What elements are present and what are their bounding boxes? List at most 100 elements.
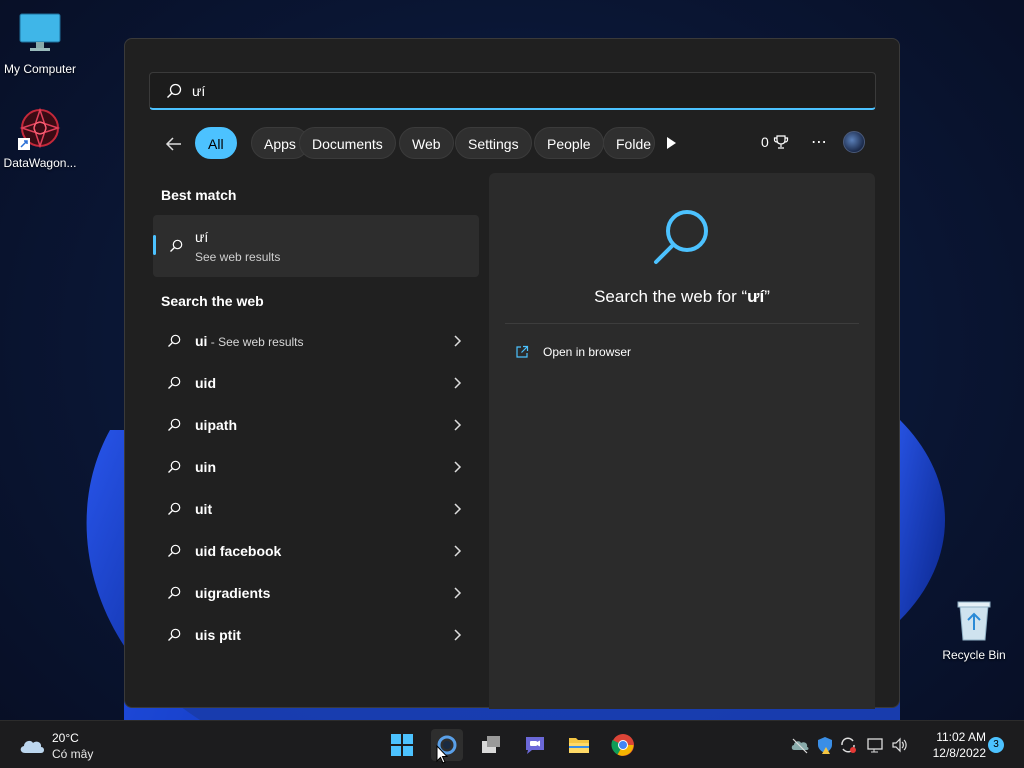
- search-input[interactable]: [192, 79, 852, 103]
- clock[interactable]: 11:02 AM 12/8/2022: [916, 729, 986, 761]
- search-icon: [167, 83, 182, 98]
- clock-time: 11:02 AM: [936, 730, 986, 744]
- search-icon: [168, 334, 181, 347]
- chrome-button[interactable]: [607, 729, 639, 761]
- desktop-icon-label: My Computer: [3, 62, 77, 76]
- web-suggestion-row[interactable]: uid: [153, 363, 479, 403]
- selection-indicator: [153, 235, 156, 255]
- mouse-cursor-icon: [436, 745, 448, 764]
- filter-settings[interactable]: Settings: [455, 127, 532, 159]
- search-panel: All Apps Documents Web Settings People F…: [124, 38, 900, 709]
- scroll-right-icon[interactable]: [661, 133, 681, 153]
- sync-icon[interactable]: [838, 735, 858, 755]
- web-suggestion-query: uin: [195, 459, 216, 475]
- back-arrow-icon[interactable]: [161, 131, 187, 157]
- preview-headline: Search the web for “ưí”: [489, 287, 875, 307]
- search-icon: [168, 376, 181, 389]
- web-suggestion-row[interactable]: uis ptit: [153, 615, 479, 655]
- best-match-title: ưí: [195, 229, 209, 245]
- computer-icon: [16, 10, 64, 58]
- best-match-subtitle: See web results: [195, 250, 281, 264]
- web-suggestion-row[interactable]: uigradients: [153, 573, 479, 613]
- web-suggestion-suffix: - See web results: [207, 335, 304, 349]
- chat-button[interactable]: [519, 729, 551, 761]
- web-suggestion-query: ui: [195, 333, 208, 349]
- chevron-right-icon: [454, 503, 462, 515]
- start-button[interactable]: [386, 729, 418, 761]
- recycle-bin-icon: [950, 596, 998, 644]
- chevron-right-icon: [454, 545, 462, 557]
- divider: [505, 323, 859, 324]
- search-icon: [168, 544, 181, 557]
- onedrive-icon[interactable]: [790, 735, 810, 755]
- best-match-item[interactable]: ưí See web results: [153, 215, 479, 277]
- trophy-icon[interactable]: [773, 134, 789, 150]
- chevron-right-icon: [454, 377, 462, 389]
- filter-folders[interactable]: Folde: [603, 127, 655, 159]
- large-search-icon: [654, 210, 708, 264]
- avatar[interactable]: [843, 131, 865, 153]
- preview-headline-prefix: Search the web for “: [594, 287, 748, 306]
- preview-headline-suffix: ”: [764, 287, 770, 306]
- desktop-icon-label: DataWagon...: [3, 156, 77, 170]
- desktop-icon-label: Recycle Bin: [942, 648, 1006, 662]
- search-icon: [168, 460, 181, 473]
- open-in-browser-label: Open in browser: [543, 345, 632, 359]
- clock-date: 12/8/2022: [932, 746, 986, 760]
- taskbar: 20°C Có mây 11:02 AM 12/8/2022 3: [0, 720, 1024, 768]
- web-suggestion-query: uipath: [195, 417, 237, 433]
- display-icon[interactable]: [866, 735, 886, 755]
- chrome-icon: [611, 734, 634, 756]
- filter-web[interactable]: Web: [399, 127, 454, 159]
- search-icon: [168, 418, 181, 431]
- file-explorer-button[interactable]: [563, 729, 595, 761]
- rewards-points: 0: [761, 134, 769, 150]
- web-suggestion-query: uigradients: [195, 585, 271, 601]
- desktop-icon-my-computer[interactable]: My Computer: [0, 10, 80, 76]
- web-suggestion-row[interactable]: uit: [153, 489, 479, 529]
- volume-icon[interactable]: [890, 735, 910, 755]
- search-icon: [168, 586, 181, 599]
- chevron-right-icon: [454, 461, 462, 473]
- desktop-icon-recycle-bin[interactable]: Recycle Bin: [934, 596, 1014, 662]
- security-shield-icon[interactable]: [815, 735, 835, 755]
- web-suggestion-row[interactable]: ui - See web results: [153, 321, 479, 361]
- search-box[interactable]: [149, 72, 876, 110]
- search-icon: [168, 628, 181, 641]
- web-suggestion-row[interactable]: uin: [153, 447, 479, 487]
- filter-people[interactable]: People: [534, 127, 604, 159]
- file-explorer-icon: [569, 738, 589, 753]
- more-options-icon[interactable]: ⋯: [807, 131, 831, 155]
- best-match-heading: Best match: [161, 187, 237, 203]
- teams-chat-icon: [526, 737, 544, 754]
- task-view-icon: [482, 736, 500, 753]
- task-view-button[interactable]: [475, 729, 507, 761]
- chevron-right-icon: [454, 629, 462, 641]
- filter-bar: All Apps Documents Web Settings People F…: [161, 127, 865, 161]
- desktop-icon-datawagon[interactable]: DataWagon...: [0, 104, 80, 170]
- web-suggestion-query: uis ptit: [195, 627, 241, 643]
- datawagon-icon: [16, 104, 64, 152]
- cloud-icon: [20, 740, 44, 753]
- web-suggestion-query: uid: [195, 375, 216, 391]
- chevron-right-icon: [454, 587, 462, 599]
- web-suggestion-text: ui - See web results: [195, 333, 304, 349]
- start-icon: [391, 734, 413, 756]
- filter-documents[interactable]: Documents: [299, 127, 396, 159]
- search-web-heading: Search the web: [161, 293, 264, 309]
- weather-widget[interactable]: 20°C Có mây: [18, 729, 118, 761]
- web-suggestion-row[interactable]: uid facebook: [153, 531, 479, 571]
- preview-pane: Search the web for “ưí” Open in browser: [489, 173, 875, 709]
- web-suggestion-query: uid facebook: [195, 543, 282, 559]
- web-suggestion-query: uit: [195, 501, 213, 517]
- filter-all[interactable]: All: [195, 127, 237, 159]
- web-suggestion-row[interactable]: uipath: [153, 405, 479, 445]
- search-icon: [168, 502, 181, 515]
- search-icon: [170, 239, 183, 252]
- chevron-right-icon: [454, 335, 462, 347]
- weather-temperature: 20°C: [52, 731, 79, 745]
- preview-headline-query: ưí: [747, 287, 765, 306]
- chevron-right-icon: [454, 419, 462, 431]
- notification-badge[interactable]: 3: [988, 737, 1004, 753]
- open-external-icon: [516, 345, 529, 358]
